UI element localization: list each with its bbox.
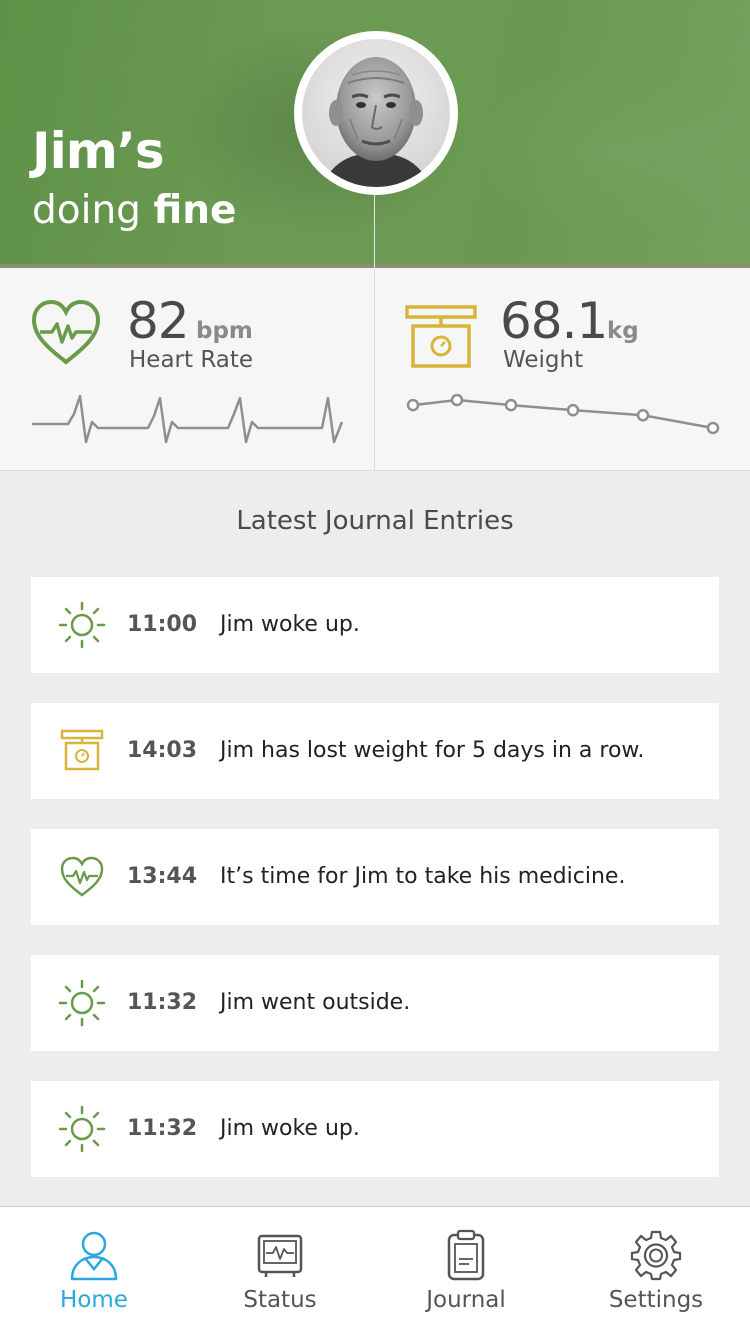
heart-rate-sparkline: [32, 394, 344, 444]
entry-text: Jim woke up.: [220, 612, 360, 637]
heart-icon: [60, 856, 104, 897]
profile-header: Jim’s doing fine: [0, 0, 750, 268]
tab-bar: Home Status Journal Settings: [0, 1206, 750, 1334]
monitor-icon: [257, 1234, 303, 1277]
heart-rate-value: 82: [127, 292, 190, 350]
entry-text: Jim went outside.: [220, 990, 411, 1015]
weight-trend-point: [450, 394, 464, 407]
weight-trend-point: [706, 421, 720, 435]
vitals-panel: 82 bpm Heart Rate 68.1 kg Weight: [0, 268, 750, 471]
patient-status: doing fine: [32, 188, 236, 233]
patient-name: Jim’s: [32, 122, 165, 180]
sun-icon: [58, 1105, 106, 1153]
weight-trend-chart: [406, 394, 720, 435]
entry-text: Jim has lost weight for 5 days in a row.: [220, 738, 645, 763]
tab-settings[interactable]: Settings: [562, 1207, 750, 1334]
scale-icon: [60, 729, 104, 771]
tab-journal[interactable]: Journal: [372, 1207, 560, 1334]
weight-trend-point: [636, 409, 650, 422]
journal-entry[interactable]: 11:32 Jim woke up.: [31, 1081, 719, 1177]
heart-rate-unit: bpm: [196, 318, 253, 344]
sun-icon: [58, 601, 106, 649]
entry-text: It’s time for Jim to take his medicine.: [220, 864, 626, 889]
tab-status[interactable]: Status: [186, 1207, 374, 1334]
heart-icon: [31, 299, 101, 365]
weight-unit: kg: [607, 318, 639, 344]
tab-label: Journal: [426, 1287, 506, 1313]
status-word: fine: [153, 188, 237, 233]
clipboard-icon: [447, 1229, 485, 1281]
entry-time: 11:00: [127, 612, 198, 637]
entry-text: Jim woke up.: [220, 1116, 360, 1141]
sun-icon: [58, 979, 106, 1027]
journal-section-title: Latest Journal Entries: [236, 506, 514, 536]
gear-icon: [630, 1230, 682, 1281]
entry-time: 14:03: [127, 738, 198, 763]
scale-icon: [405, 305, 477, 368]
tab-label: Status: [243, 1287, 317, 1313]
heart-rate-card[interactable]: 82 bpm Heart Rate: [0, 268, 374, 470]
weight-trend-point: [504, 398, 518, 412]
journal-entry[interactable]: 13:44 It’s time for Jim to take his medi…: [31, 829, 719, 925]
avatar-portrait: [302, 39, 450, 187]
avatar-connector: [374, 195, 375, 268]
avatar[interactable]: [294, 31, 458, 195]
tab-label: Settings: [608, 1287, 704, 1313]
tab-home[interactable]: Home: [0, 1207, 188, 1334]
entry-time: 13:44: [127, 864, 198, 889]
person-icon: [70, 1231, 118, 1281]
journal-entry[interactable]: 11:00 Jim woke up.: [31, 577, 719, 673]
journal-entry[interactable]: 11:32 Jim went outside.: [31, 955, 719, 1051]
journal-entry[interactable]: 14:03 Jim has lost weight for 5 days in …: [31, 703, 719, 799]
journal-list: 11:00 Jim woke up. 14:03 Jim has lost we…: [31, 577, 719, 1207]
entry-time: 11:32: [127, 1116, 198, 1141]
weight-value: 68.1: [500, 292, 608, 350]
status-prefix: doing: [32, 188, 141, 233]
weight-trend-point: [406, 398, 420, 412]
weight-card[interactable]: 68.1 kg Weight: [375, 268, 750, 470]
entry-time: 11:32: [127, 990, 198, 1015]
tab-label: Home: [60, 1287, 128, 1313]
weight-trend-point: [566, 403, 580, 417]
weight-label: Weight: [503, 347, 584, 373]
heart-rate-label: Heart Rate: [129, 347, 254, 373]
